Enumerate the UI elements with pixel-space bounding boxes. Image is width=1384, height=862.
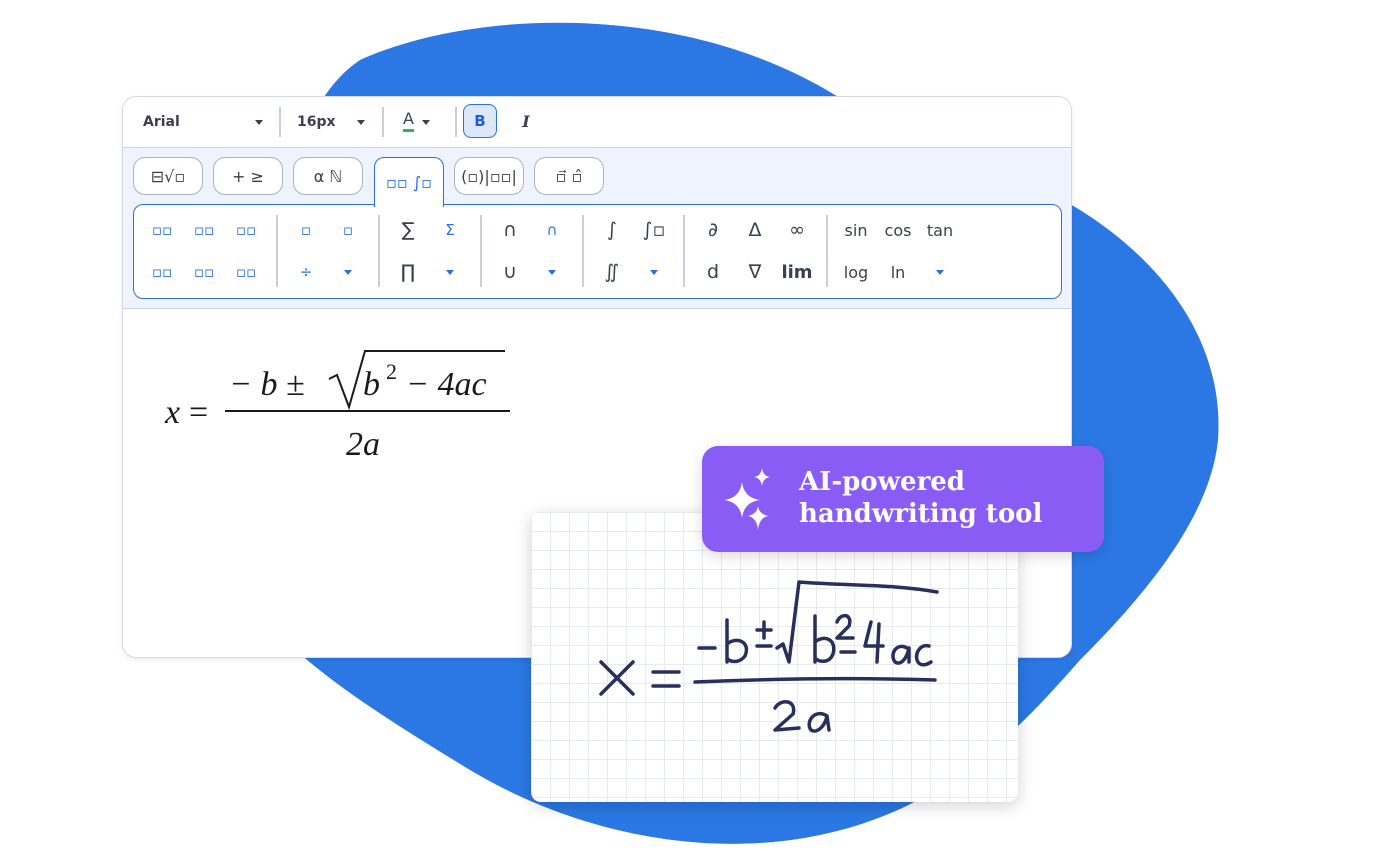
- badge-label: AI-powered handwriting tool: [799, 466, 1042, 530]
- formula-minus-b: − b ±: [229, 366, 305, 403]
- formula-radicand-b: b: [363, 366, 380, 403]
- handwritten-formula: [599, 580, 939, 733]
- ai-feature-badge: AI-powered handwriting tool: [702, 446, 1104, 552]
- badge-line-2: handwriting tool: [799, 499, 1043, 529]
- badge-line-1: AI-powered: [799, 467, 965, 497]
- tab-scripts-integrals[interactable]: ▫▫ ∫▫: [374, 157, 444, 207]
- handwriting-canvas[interactable]: [531, 512, 1018, 802]
- formula-lhs: x: [164, 394, 180, 431]
- formula-equals: =: [189, 394, 208, 431]
- sparkles-icon: [724, 468, 770, 530]
- formula-radicand-rest: − 4ac: [406, 366, 487, 403]
- formula-denominator: 2a: [346, 426, 380, 463]
- formula-exponent: 2: [386, 359, 397, 384]
